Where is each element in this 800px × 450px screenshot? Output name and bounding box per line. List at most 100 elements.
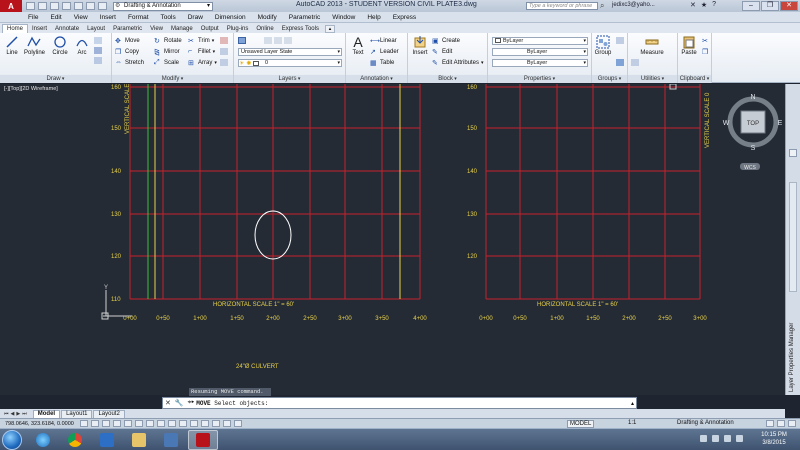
lwt-icon[interactable] (190, 420, 198, 427)
panel-title-clipboard[interactable]: Clipboard (678, 75, 711, 83)
infer-constraints-icon[interactable] (80, 420, 88, 427)
tab-layout2[interactable]: Layout2 (93, 409, 125, 418)
wcs-menu[interactable]: WCS (744, 165, 756, 171)
tpy-icon[interactable] (201, 420, 209, 427)
close-button[interactable]: ✕ (780, 1, 798, 11)
isolate-icon[interactable] (777, 420, 785, 427)
insert-button[interactable]: Insert (410, 35, 430, 56)
edit-attributes-button[interactable]: ✎ Edit Attributes ▾ (432, 59, 484, 68)
linear-button[interactable]: ⟷ Linear (370, 37, 397, 46)
binoculars-icon[interactable]: ⌕ (600, 1, 604, 11)
clock[interactable]: 10:15 PM 3/8/2015 (752, 431, 796, 447)
taskbar-ie[interactable] (28, 430, 58, 450)
taskbar-media[interactable] (92, 430, 122, 450)
layer-tool-icon[interactable] (274, 37, 282, 44)
panel-title-modify[interactable]: Modify (112, 75, 233, 83)
grid-icon[interactable] (102, 420, 110, 427)
panel-title-utilities[interactable]: Utilities (628, 75, 677, 83)
rotate-button[interactable]: ↻ Rotate (154, 37, 182, 46)
menu-modify[interactable]: Modify (252, 14, 283, 21)
minimize-button[interactable]: – (742, 1, 760, 11)
tab-view[interactable]: View (146, 25, 167, 33)
menu-dimension[interactable]: Dimension (209, 14, 252, 21)
panel-title-properties[interactable]: Properties (488, 75, 591, 83)
search-input[interactable]: Type a keyword or phrase (526, 2, 598, 10)
menu-insert[interactable]: Insert (94, 14, 122, 21)
line-button[interactable]: Line (2, 35, 22, 56)
autocad-logo-icon[interactable]: A (0, 0, 22, 12)
last-tab-icon[interactable]: ⏭ (22, 411, 27, 417)
user-login[interactable]: jedixc3@yaho... (612, 2, 655, 8)
copy-button[interactable]: ❐ Copy (115, 48, 139, 57)
battery-icon[interactable] (736, 435, 743, 442)
tab-plugins[interactable]: Plug-ins (223, 25, 253, 33)
group-select-button[interactable] (616, 59, 624, 66)
qp-icon[interactable] (212, 420, 220, 427)
ducs-icon[interactable] (168, 420, 176, 427)
workspace-dropdown[interactable]: Drafting & Annotation (113, 1, 213, 11)
panel-title-draw[interactable]: Draw (0, 75, 111, 83)
paste-button[interactable]: Paste (679, 35, 699, 56)
tab-layout[interactable]: Layout (83, 25, 109, 33)
color-dropdown[interactable]: ByLayer (492, 37, 588, 45)
tab-model[interactable]: Model (32, 409, 61, 418)
workspace-switch[interactable]: Drafting & Annotation (677, 420, 734, 426)
cut-button[interactable]: ✂ (702, 37, 710, 45)
linetype-dropdown[interactable]: ByLayer (492, 48, 588, 56)
create-block-button[interactable]: ▣ Create (432, 37, 460, 46)
stretch-button[interactable]: ⇔ Stretch (115, 59, 144, 66)
region-button[interactable] (94, 57, 102, 64)
taskbar-chrome[interactable] (60, 430, 90, 450)
navigation-bar[interactable] (789, 182, 797, 292)
tab-output[interactable]: Output (197, 25, 223, 33)
tab-online[interactable]: Online (252, 25, 277, 33)
viewcube-east[interactable]: E (778, 120, 783, 127)
offset-button[interactable] (220, 59, 228, 66)
culvert-note[interactable]: 24"Ø CULVERT (236, 364, 279, 370)
viewcube[interactable]: TOP N S W E WCS (723, 94, 783, 171)
chevron-up-icon[interactable]: ▴ (631, 400, 636, 407)
tab-parametric[interactable]: Parametric (109, 25, 146, 33)
drawing-canvas[interactable]: [-][Top][2D Wireframe] VERTICAL SCALE 0 … (0, 84, 785, 395)
array-button[interactable]: ⊞ Array ▾ (188, 59, 217, 68)
menu-express[interactable]: Express (387, 14, 422, 21)
scale-button[interactable]: ⤢ Scale (154, 59, 179, 66)
tab-annotate[interactable]: Annotate (51, 25, 83, 33)
mirror-button[interactable]: ⧎ Mirror (154, 48, 180, 57)
star-icon[interactable]: ★ (701, 1, 707, 9)
hatch-button[interactable] (94, 47, 102, 54)
tab-express-tools[interactable]: Express Tools (278, 25, 323, 33)
lineweight-dropdown[interactable]: ByLayer (492, 59, 588, 67)
viewcube-top-face[interactable]: TOP (747, 121, 759, 127)
erase-button[interactable] (220, 37, 228, 44)
copy-clip-button[interactable]: ❐ (702, 48, 710, 56)
prev-tab-icon[interactable]: ◀ (11, 411, 15, 417)
menu-file[interactable]: File (24, 14, 44, 21)
restore-button[interactable]: ❐ (761, 1, 779, 11)
layer-tool-icon[interactable] (264, 37, 272, 44)
help-icon[interactable]: ? (712, 1, 716, 9)
menu-help[interactable]: Help (361, 14, 386, 21)
panel-title-groups[interactable]: Groups (592, 75, 627, 83)
plot-icon[interactable] (74, 2, 83, 10)
circle-button[interactable]: Circle (50, 35, 70, 56)
tab-home[interactable]: Home (2, 24, 29, 33)
arc-button[interactable]: Arc (72, 35, 92, 56)
redo-icon[interactable] (98, 2, 107, 10)
measure-button[interactable]: Measure (640, 35, 664, 56)
menu-view[interactable]: View (68, 14, 94, 21)
menu-window[interactable]: Window (326, 14, 361, 21)
ortho-icon[interactable] (113, 420, 121, 427)
layer-properties-manager-tab[interactable]: Layer Properties Manager (788, 294, 798, 394)
taskbar-autocad[interactable] (188, 430, 218, 450)
menu-parametric[interactable]: Parametric (283, 14, 326, 21)
tab-layout1[interactable]: Layout1 (61, 409, 93, 418)
viewcube-south[interactable]: S (751, 145, 756, 152)
menu-edit[interactable]: Edit (44, 14, 67, 21)
layer-properties-button[interactable] (238, 37, 246, 44)
close-icon[interactable]: ✕ (163, 399, 173, 407)
network-icon[interactable] (712, 435, 719, 442)
save-icon[interactable] (50, 2, 59, 10)
model-space-button[interactable]: MODEL (567, 420, 595, 428)
trim-button[interactable]: ✂ Trim ▾ (188, 37, 214, 46)
